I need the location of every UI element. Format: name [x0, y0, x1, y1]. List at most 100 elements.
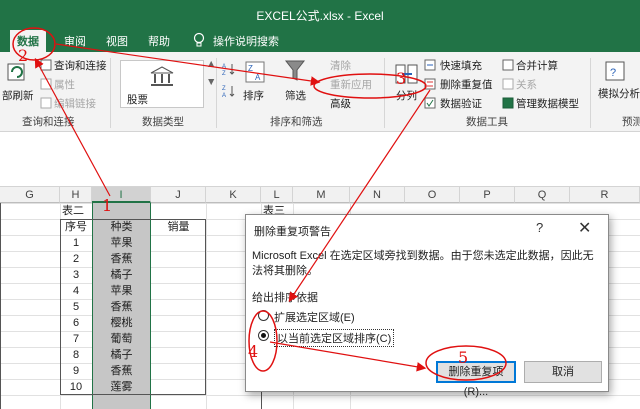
- row-type[interactable]: 樱桃: [92, 315, 151, 331]
- row-type[interactable]: 苹果: [92, 235, 151, 251]
- edit-links-button[interactable]: 编辑链接: [54, 96, 96, 111]
- column-header[interactable]: K: [206, 187, 261, 203]
- gallery-scroll-down[interactable]: ▼: [206, 76, 216, 88]
- row-index[interactable]: 7: [60, 331, 92, 347]
- group-separator: [590, 58, 591, 128]
- annotation-number-1: 1: [102, 196, 113, 215]
- sort-ascending-icon[interactable]: AZ: [222, 62, 236, 76]
- column-header[interactable]: H: [60, 187, 92, 203]
- annotation-number-3: 3: [396, 69, 407, 88]
- remove-duplicates-icon: [424, 78, 436, 90]
- what-if-analysis-icon: ?: [605, 61, 625, 81]
- svg-text:A: A: [222, 93, 226, 98]
- help-icon[interactable]: ?: [536, 220, 543, 235]
- tab-help[interactable]: 帮助: [148, 33, 170, 49]
- consolidate-icon: [502, 59, 514, 71]
- column-header[interactable]: J: [151, 187, 206, 203]
- current-selection-radio[interactable]: [258, 330, 269, 341]
- column-header[interactable]: O: [405, 187, 460, 203]
- clear-button[interactable]: 清除: [330, 58, 351, 73]
- row-index[interactable]: 3: [60, 267, 92, 283]
- row-index[interactable]: 8: [60, 347, 92, 363]
- window-title: EXCEL公式.xlsx - Excel: [256, 9, 384, 23]
- remove-duplicates-warning-dialog: 删除重复项警告 ? ✕ Microsoft Excel 在选定区域旁找到数据。由…: [245, 214, 609, 398]
- sort-button[interactable]: 排序: [243, 88, 264, 103]
- group-label-forecast: 预测: [622, 116, 640, 128]
- column-header[interactable]: R: [570, 187, 640, 203]
- row-index[interactable]: 9: [60, 363, 92, 379]
- expand-selection-radio[interactable]: [258, 310, 269, 321]
- data-validation-button[interactable]: 数据验证: [440, 96, 482, 111]
- cancel-button[interactable]: 取消: [524, 361, 602, 383]
- header-sales[interactable]: 销量: [151, 219, 206, 235]
- row-type[interactable]: 橘子: [92, 267, 151, 283]
- column-header[interactable]: Q: [515, 187, 570, 203]
- query-connections-button[interactable]: 查询和连接: [54, 58, 107, 73]
- flash-fill-icon: [424, 59, 436, 71]
- row-type[interactable]: 香蕉: [92, 299, 151, 315]
- reapply-button[interactable]: 重新应用: [330, 77, 372, 92]
- annotation-number-2: 2: [18, 46, 29, 65]
- row-index[interactable]: 10: [60, 379, 92, 395]
- group-separator: [110, 58, 111, 128]
- tab-review[interactable]: 审阅: [64, 33, 86, 49]
- dialog-message: Microsoft Excel 在选定区域旁找到数据。由于您未选定此数据，因此无…: [252, 250, 594, 277]
- filter-button[interactable]: 筛选: [285, 88, 306, 103]
- annotation-number-4: 4: [248, 342, 259, 361]
- stock-data-type[interactable]: 股票: [127, 92, 148, 107]
- data-types-gallery[interactable]: 股票: [120, 60, 204, 108]
- properties-button[interactable]: 属性: [54, 77, 75, 92]
- current-selection-label[interactable]: 以当前选定区域排序(C): [274, 329, 395, 347]
- remove-duplicates-button[interactable]: 删除重复值: [440, 77, 493, 92]
- row-index[interactable]: 4: [60, 283, 92, 299]
- row-type[interactable]: 橘子: [92, 347, 151, 363]
- svg-text:Z: Z: [248, 64, 253, 73]
- row-type[interactable]: 香蕉: [92, 251, 151, 267]
- row-index[interactable]: 5: [60, 299, 92, 315]
- tell-me-search[interactable]: 操作说明搜索: [213, 33, 279, 49]
- close-icon[interactable]: ✕: [578, 218, 591, 238]
- sort-descending-icon[interactable]: ZA: [222, 84, 236, 98]
- group-label-sortfilter: 排序和筛选: [270, 116, 323, 128]
- relationships-icon: [502, 78, 514, 90]
- filter-icon: [284, 60, 306, 81]
- title-bar: EXCEL公式.xlsx - Excel: [0, 0, 640, 30]
- column-header[interactable]: N: [350, 187, 405, 203]
- annotation-number-5: 5: [458, 348, 469, 367]
- row-type[interactable]: 莲雾: [92, 379, 151, 395]
- remove-duplicates-confirm-button[interactable]: 删除重复项(R)...: [436, 361, 516, 398]
- svg-text:A: A: [255, 73, 261, 82]
- column-header[interactable]: P: [460, 187, 515, 203]
- tab-view[interactable]: 视图: [106, 33, 128, 49]
- formula-area: [0, 132, 640, 187]
- text-to-columns-button[interactable]: 分列: [396, 88, 417, 103]
- gallery-scroll-up[interactable]: ▲: [206, 58, 216, 70]
- group-separator: [384, 58, 385, 128]
- query-icon: [40, 59, 52, 71]
- manage-data-model-button[interactable]: 管理数据模型: [516, 96, 579, 111]
- advanced-button[interactable]: 高级: [330, 96, 351, 111]
- header-index[interactable]: 序号: [60, 219, 92, 235]
- consolidate-button[interactable]: 合并计算: [516, 58, 558, 73]
- row-type[interactable]: 香蕉: [92, 363, 151, 379]
- column-header[interactable]: G: [0, 187, 60, 203]
- group-label-tools: 数据工具: [466, 116, 508, 128]
- svg-text:Z: Z: [222, 86, 226, 92]
- group-label-datatypes: 数据类型: [142, 116, 184, 128]
- refresh-all-button[interactable]: 部刷新: [2, 88, 34, 103]
- row-index[interactable]: 6: [60, 315, 92, 331]
- row-type[interactable]: 苹果: [92, 283, 151, 299]
- row-index[interactable]: 1: [60, 235, 92, 251]
- expand-selection-label[interactable]: 扩展选定区域(E): [274, 309, 355, 325]
- header-type[interactable]: 种类: [92, 219, 151, 235]
- column-header-selected[interactable]: I: [92, 187, 151, 203]
- flash-fill-button[interactable]: 快速填充: [440, 58, 482, 73]
- relationships-button[interactable]: 关系: [516, 77, 537, 92]
- column-header[interactable]: L: [261, 187, 293, 203]
- row-index[interactable]: 2: [60, 251, 92, 267]
- ribbon-tabs: 数据 审阅 视图 帮助 操作说明搜索: [0, 30, 640, 52]
- column-header[interactable]: M: [293, 187, 350, 203]
- table2-title[interactable]: 表二: [62, 203, 92, 219]
- row-type[interactable]: 葡萄: [92, 331, 151, 347]
- what-if-analysis-button[interactable]: 模拟分析: [598, 86, 640, 101]
